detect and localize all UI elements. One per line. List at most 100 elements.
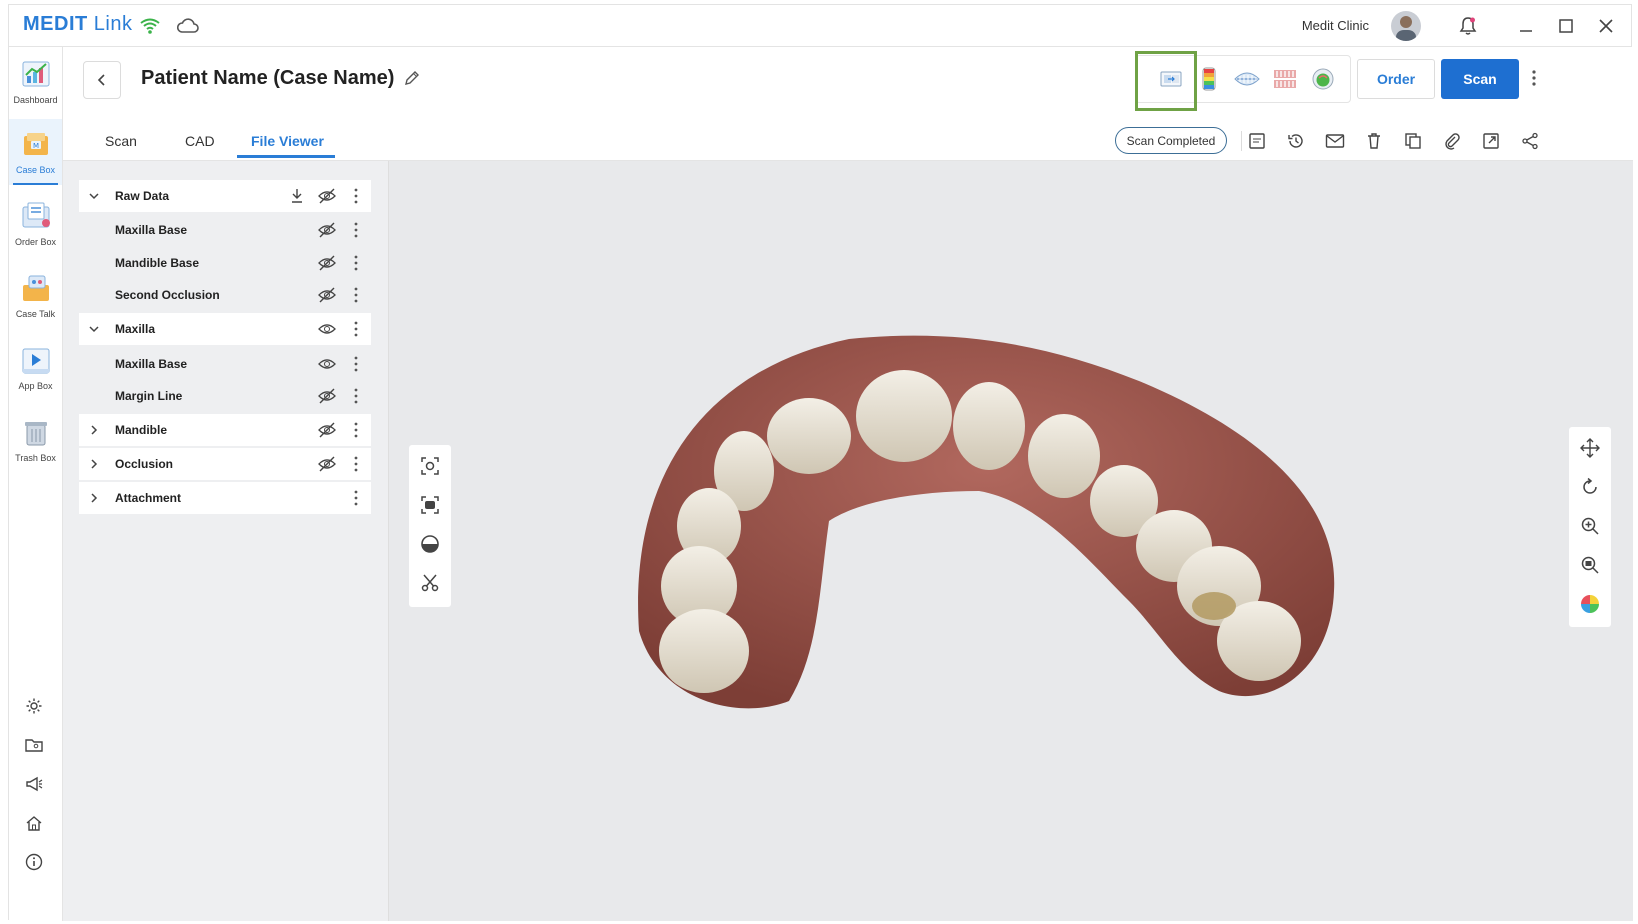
zoom-in-icon[interactable]: [1579, 515, 1601, 537]
eye-off-icon[interactable]: [317, 286, 337, 304]
tree-group-attachment[interactable]: Attachment: [79, 482, 371, 514]
eye-icon[interactable]: [317, 320, 337, 338]
trash-box-icon: [24, 422, 47, 446]
folder-icon[interactable]: [21, 732, 47, 758]
order-button[interactable]: Order: [1357, 59, 1435, 99]
fit-view-icon[interactable]: [419, 455, 441, 477]
more-options-icon[interactable]: [353, 422, 359, 438]
more-options-icon[interactable]: [1531, 69, 1537, 92]
nav-item-app-box[interactable]: App Box: [9, 335, 62, 401]
download-icon[interactable]: [289, 187, 305, 205]
scan-button[interactable]: Scan: [1441, 59, 1519, 99]
view-direction-icon[interactable]: [419, 494, 441, 516]
more-options-icon[interactable]: [353, 456, 359, 472]
tree-group-maxilla[interactable]: Maxilla: [79, 313, 371, 345]
chevron-down-icon[interactable]: [87, 189, 101, 203]
nav-item-trash-box[interactable]: Trash Box: [9, 407, 62, 473]
nav-item-case-talk[interactable]: Case Talk: [9, 263, 62, 329]
pan-icon[interactable]: [1579, 437, 1601, 459]
chevron-right-icon[interactable]: [87, 457, 101, 471]
tree-label: Attachment: [115, 491, 182, 505]
tree-item-second-occlusion[interactable]: Second Occlusion: [79, 279, 371, 311]
mail-icon[interactable]: [1323, 129, 1347, 153]
tooth-color-icon[interactable]: [1308, 66, 1338, 92]
more-options-icon[interactable]: [353, 321, 359, 337]
note-icon[interactable]: [1245, 129, 1269, 153]
tree-label: Mandible: [115, 423, 168, 437]
nav-item-dashboard[interactable]: Dashboard: [9, 49, 62, 115]
tab-cad[interactable]: CAD: [185, 133, 215, 149]
share-icon[interactable]: [1518, 129, 1542, 153]
info-icon[interactable]: [21, 849, 47, 875]
tree-item-mandible-base[interactable]: Mandible Base: [79, 247, 371, 279]
chevron-right-icon[interactable]: [87, 423, 101, 437]
close-icon[interactable]: [1593, 13, 1619, 39]
more-options-icon[interactable]: [353, 490, 359, 506]
dashboard-icon: [22, 61, 49, 87]
arch-view-icon[interactable]: [1270, 66, 1300, 92]
cloud-icon[interactable]: [177, 15, 199, 37]
scissors-icon[interactable]: [419, 572, 441, 594]
minimize-icon[interactable]: [1513, 13, 1539, 39]
view-tools-left: [409, 445, 451, 607]
open-external-icon[interactable]: [1479, 129, 1503, 153]
nav-item-case-box[interactable]: M Case Box: [9, 119, 62, 185]
dental-model-3d[interactable]: [619, 331, 1349, 711]
tree-label: Raw Data: [115, 189, 170, 203]
more-options-icon[interactable]: [353, 388, 359, 404]
title-bar: MEDIT Link Medit Clinic: [9, 5, 1631, 47]
tab-file-viewer[interactable]: File Viewer: [251, 133, 324, 149]
case-talk-icon: [22, 275, 49, 301]
delete-icon[interactable]: [1362, 129, 1386, 153]
more-options-icon[interactable]: [353, 188, 359, 204]
color-wheel-icon[interactable]: [1579, 593, 1601, 615]
tab-scan[interactable]: Scan: [105, 133, 137, 149]
3d-viewer[interactable]: [389, 161, 1633, 921]
eye-off-icon[interactable]: [317, 421, 337, 439]
chevron-down-icon[interactable]: [87, 322, 101, 336]
tree-item-margin-line[interactable]: Margin Line: [79, 380, 371, 412]
more-options-icon[interactable]: [353, 356, 359, 372]
tree-item-maxilla-base[interactable]: Maxilla Base: [79, 214, 371, 246]
eye-off-icon[interactable]: [317, 221, 337, 239]
megaphone-icon[interactable]: [21, 771, 47, 797]
view-tools-right: [1569, 427, 1611, 627]
tree-group-mandible[interactable]: Mandible: [79, 414, 371, 446]
case-box-icon: M: [23, 133, 48, 155]
history-icon[interactable]: [1284, 129, 1308, 153]
nav-label: Trash Box: [15, 453, 56, 463]
section-view-icon[interactable]: [419, 533, 441, 555]
settings-icon[interactable]: [21, 693, 47, 719]
nav-label: Dashboard: [13, 95, 58, 105]
attach-icon[interactable]: [1440, 129, 1464, 153]
bell-icon[interactable]: [1455, 13, 1481, 39]
more-options-icon[interactable]: [353, 222, 359, 238]
eye-off-icon[interactable]: [317, 187, 337, 205]
tree-label: Maxilla: [115, 322, 156, 336]
eye-icon[interactable]: [317, 355, 337, 373]
zoom-fit-icon[interactable]: [1579, 554, 1601, 576]
occlusion-view-icon[interactable]: [1232, 66, 1262, 92]
eye-off-icon[interactable]: [317, 387, 337, 405]
more-options-icon[interactable]: [353, 287, 359, 303]
more-options-icon[interactable]: [353, 255, 359, 271]
back-button[interactable]: [83, 61, 121, 99]
edit-title-icon[interactable]: [403, 69, 421, 92]
copy-icon[interactable]: [1401, 129, 1425, 153]
color-map-icon[interactable]: [1194, 66, 1224, 92]
rotate-icon[interactable]: [1579, 476, 1601, 498]
tree-group-occlusion[interactable]: Occlusion: [79, 448, 371, 480]
eye-off-icon[interactable]: [317, 254, 337, 272]
divider: [1241, 131, 1242, 151]
tree-item-maxilla-base[interactable]: Maxilla Base: [79, 348, 371, 380]
maximize-icon[interactable]: [1553, 13, 1579, 39]
tree-group-raw-data[interactable]: Raw Data: [79, 180, 371, 212]
eye-off-icon[interactable]: [317, 455, 337, 473]
clinic-name[interactable]: Medit Clinic: [1302, 18, 1369, 33]
app-box-icon: [22, 348, 49, 374]
avatar[interactable]: [1391, 11, 1421, 41]
left-navigation: Dashboard M Case Box Order Box Case Talk…: [9, 47, 63, 921]
home-icon[interactable]: [21, 810, 47, 836]
chevron-right-icon[interactable]: [87, 491, 101, 505]
nav-item-order-box[interactable]: Order Box: [9, 191, 62, 257]
